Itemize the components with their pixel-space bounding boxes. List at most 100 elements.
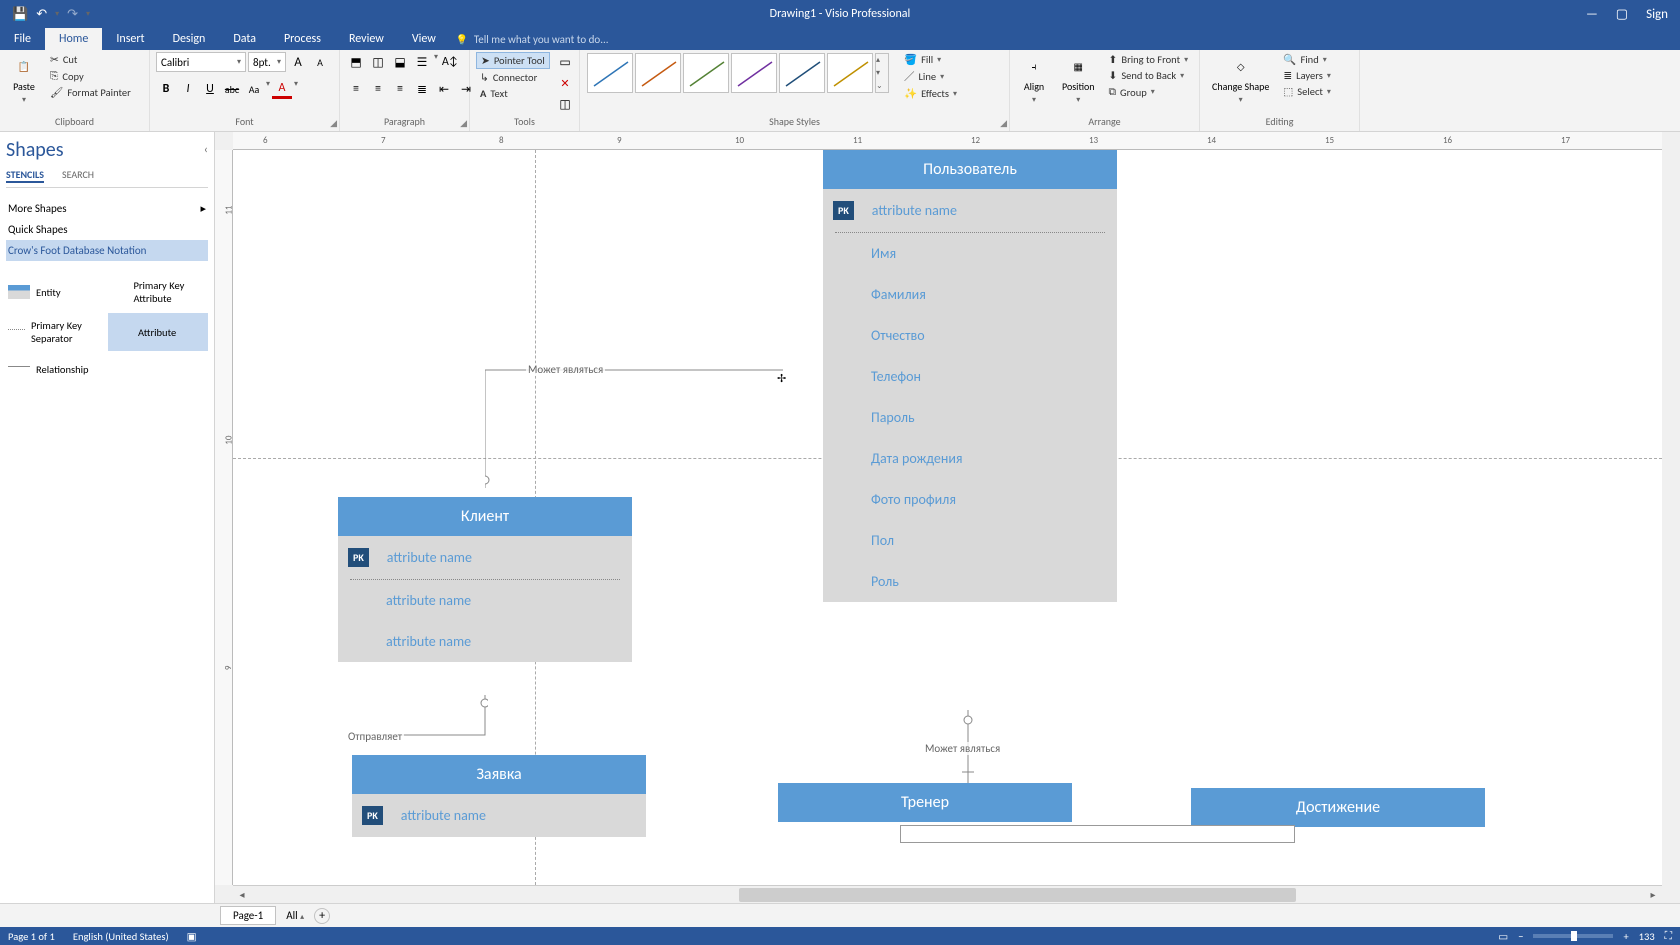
zoom-level[interactable]: 133 bbox=[1639, 930, 1655, 943]
align-left-button[interactable]: ≡ bbox=[346, 79, 366, 99]
relationship-label[interactable]: Может являться bbox=[923, 742, 1002, 755]
group-button[interactable]: ⧉Group▾ bbox=[1105, 84, 1193, 100]
close-tool-button[interactable]: ✕ bbox=[555, 73, 575, 93]
undo-dropdown[interactable]: ▾ bbox=[55, 9, 59, 19]
entity-user[interactable]: Пользователь PK attribute name Имя Фамил… bbox=[823, 150, 1117, 602]
zoom-slider[interactable] bbox=[1533, 934, 1613, 938]
save-icon[interactable]: 💾 bbox=[12, 7, 28, 22]
search-tab[interactable]: SEARCH bbox=[62, 168, 94, 183]
entity-pk-row[interactable]: PK attribute name bbox=[823, 189, 1117, 232]
style-swatch[interactable] bbox=[779, 53, 825, 93]
redo-icon[interactable]: ↷ bbox=[67, 7, 78, 22]
zoom-in-button[interactable]: + bbox=[1623, 930, 1628, 943]
all-pages-button[interactable]: All ▴ bbox=[286, 909, 304, 922]
align-bottom-button[interactable]: ⬓ bbox=[390, 52, 410, 72]
pk-separator-shape[interactable]: Primary Key Separator bbox=[6, 313, 106, 351]
gallery-more-button[interactable]: ⌄ bbox=[876, 81, 888, 91]
copy-button[interactable]: ⎘Copy bbox=[46, 68, 135, 84]
page-tab-1[interactable]: Page-1 bbox=[220, 906, 276, 925]
select-button[interactable]: ⬚Select▾ bbox=[1279, 84, 1335, 99]
new-page-button[interactable]: + bbox=[314, 908, 330, 924]
align-middle-button[interactable]: ◫ bbox=[368, 52, 388, 72]
tab-home[interactable]: Home bbox=[45, 28, 102, 50]
line-button[interactable]: ／Line▾ bbox=[900, 68, 961, 85]
relationship-label[interactable]: Отправляет bbox=[346, 730, 404, 743]
align-center-button[interactable]: ≡ bbox=[368, 79, 388, 99]
entity-attr-row[interactable]: Имя bbox=[823, 233, 1117, 274]
text-tool-button[interactable]: AText bbox=[476, 86, 512, 101]
bullets-button[interactable]: ☰ bbox=[412, 52, 432, 72]
pk-attribute-shape[interactable]: Primary Key Attribute bbox=[108, 273, 208, 311]
tab-process[interactable]: Process bbox=[270, 28, 335, 50]
change-case-button[interactable]: Aa bbox=[244, 79, 264, 99]
entity-client[interactable]: Клиент PK attribute name attribute name … bbox=[338, 497, 632, 662]
quick-shapes-item[interactable]: Quick Shapes bbox=[6, 219, 208, 240]
bold-button[interactable]: B bbox=[156, 79, 176, 99]
entity-request[interactable]: Заявка PK attribute name bbox=[352, 755, 646, 837]
maximize-icon[interactable]: ▢ bbox=[1616, 7, 1628, 22]
pointer-tool-button[interactable]: ➤Pointer Tool bbox=[476, 52, 550, 69]
entity-attr-row[interactable]: attribute name bbox=[338, 580, 632, 621]
style-swatch[interactable] bbox=[683, 53, 729, 93]
entity-attr-row[interactable]: Телефон bbox=[823, 356, 1117, 397]
shape-styles-gallery[interactable]: ▴ ▾ ⌄ bbox=[586, 52, 890, 94]
grow-font-button[interactable]: A bbox=[288, 52, 308, 72]
effects-button[interactable]: ✨Effects▾ bbox=[900, 86, 961, 101]
strike-button[interactable]: abc bbox=[222, 79, 242, 99]
tab-view[interactable]: View bbox=[398, 28, 450, 50]
gallery-up-button[interactable]: ▴ bbox=[876, 55, 888, 65]
text-direction-button[interactable]: A↕ bbox=[440, 52, 460, 72]
dec-indent-button[interactable]: ⇤ bbox=[434, 79, 454, 99]
more-shapes-item[interactable]: More Shapes▸ bbox=[6, 198, 208, 219]
entity-attr-row[interactable]: Фамилия bbox=[823, 274, 1117, 315]
entity-trainer[interactable]: Тренер bbox=[778, 783, 1072, 822]
font-name-select[interactable]: Calibri▾ bbox=[156, 52, 246, 72]
connector-line[interactable] bbox=[485, 360, 785, 490]
align-top-button[interactable]: ⬒ bbox=[346, 52, 366, 72]
entity-shape[interactable]: Entity bbox=[6, 273, 106, 311]
entity-attr-row[interactable]: Пароль bbox=[823, 397, 1117, 438]
format-painter-button[interactable]: 🖌Format Painter bbox=[46, 85, 135, 100]
crop-tool-button[interactable]: ◫ bbox=[555, 94, 575, 114]
scroll-right-button[interactable]: ▸ bbox=[1644, 886, 1662, 903]
macro-recorder-icon[interactable]: ▣ bbox=[187, 930, 197, 943]
bring-front-button[interactable]: ⬆Bring to Front▾ bbox=[1105, 52, 1193, 67]
attribute-shape[interactable]: Attribute bbox=[108, 313, 208, 351]
fit-window-button[interactable]: ⛶ bbox=[1665, 929, 1672, 943]
align-button[interactable]: ⫞Align▾ bbox=[1016, 52, 1052, 107]
font-color-button[interactable]: A bbox=[272, 79, 292, 99]
paste-button[interactable]: 📋 Paste ▾ bbox=[6, 52, 42, 107]
fill-button[interactable]: 🪣Fill▾ bbox=[900, 52, 961, 67]
style-swatch[interactable] bbox=[635, 53, 681, 93]
tab-data[interactable]: Data bbox=[219, 28, 270, 50]
font-dialog-launcher[interactable]: ◢ bbox=[330, 118, 337, 129]
style-swatch[interactable] bbox=[827, 53, 873, 93]
change-shape-button[interactable]: ◇Change Shape▾ bbox=[1206, 52, 1275, 107]
entity-attr-row[interactable]: Роль bbox=[823, 561, 1117, 602]
scrollbar-thumb[interactable] bbox=[739, 888, 1296, 902]
drawing-canvas[interactable]: Может являться ✢ Отправляет Может являть… bbox=[233, 150, 1662, 885]
entity-attr-row[interactable]: Отчество bbox=[823, 315, 1117, 356]
zoom-out-button[interactable]: − bbox=[1518, 930, 1523, 943]
horizontal-scrollbar[interactable]: ◂ ▸ bbox=[233, 885, 1662, 903]
connector-tool-button[interactable]: ↳Connector bbox=[476, 70, 541, 85]
style-swatch[interactable] bbox=[731, 53, 777, 93]
tab-file[interactable]: File bbox=[0, 28, 45, 50]
entity-achievement[interactable]: Достижение bbox=[1191, 788, 1485, 827]
stencils-tab[interactable]: STENCILS bbox=[6, 168, 44, 183]
sign-in-link[interactable]: Sign bbox=[1646, 7, 1668, 22]
find-button[interactable]: 🔍Find▾ bbox=[1279, 52, 1335, 67]
entity-pk-row[interactable]: PK attribute name bbox=[338, 536, 632, 579]
entity-attr-row[interactable]: Дата рождения bbox=[823, 438, 1117, 479]
undo-icon[interactable]: ↶ bbox=[36, 7, 47, 22]
tab-design[interactable]: Design bbox=[159, 28, 220, 50]
justify-button[interactable]: ≣ bbox=[412, 79, 432, 99]
entity-pk-row[interactable]: PK attribute name bbox=[352, 794, 646, 837]
send-back-button[interactable]: ⬇Send to Back▾ bbox=[1105, 68, 1193, 83]
relationship-label[interactable]: Может являться bbox=[526, 363, 605, 376]
position-button[interactable]: ▦Position▾ bbox=[1056, 52, 1101, 107]
italic-button[interactable]: I bbox=[178, 79, 198, 99]
entity-attr-row[interactable]: Пол bbox=[823, 520, 1117, 561]
underline-button[interactable]: U bbox=[200, 79, 220, 99]
tab-insert[interactable]: Insert bbox=[102, 28, 158, 50]
